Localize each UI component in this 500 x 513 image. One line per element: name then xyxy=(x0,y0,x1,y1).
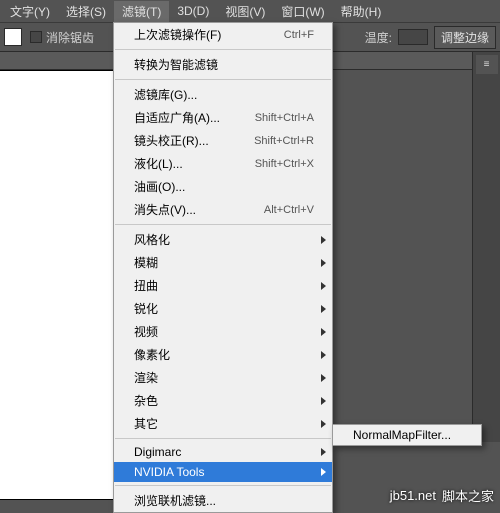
antialias-label: 消除锯齿 xyxy=(46,29,94,46)
panel-dock[interactable]: ≡ xyxy=(472,52,500,442)
submenu-arrow-icon xyxy=(321,374,326,382)
menu-label: 浏览联机滤镜... xyxy=(134,492,216,509)
menu-separator xyxy=(115,224,331,225)
menu-item-normal-map-filter[interactable]: NormalMapFilter... xyxy=(333,425,481,445)
watermark: jb51.net 脚本之家 xyxy=(390,486,494,505)
menu-item-oil-paint[interactable]: 油画(O)... xyxy=(114,175,332,198)
menu-shortcut: Ctrl+F xyxy=(284,29,314,41)
menu-label: 自适应广角(A)... xyxy=(134,109,220,126)
menu-label: 其它 xyxy=(134,415,158,432)
menu-label: 油画(O)... xyxy=(134,178,185,195)
color-swatch[interactable] xyxy=(4,28,22,46)
menu-separator xyxy=(115,49,331,50)
adjust-edge-button[interactable]: 调整边缘 xyxy=(434,26,496,49)
menu-item-nvidia-tools[interactable]: NVIDIA Tools xyxy=(114,462,332,482)
menu-item-other[interactable]: 其它 xyxy=(114,412,332,435)
canvas[interactable] xyxy=(0,70,130,500)
menu-label: NVIDIA Tools xyxy=(134,465,204,479)
submenu-arrow-icon xyxy=(321,328,326,336)
menu-label: 扭曲 xyxy=(134,277,158,294)
menu-label: 风格化 xyxy=(134,231,170,248)
menu-shortcut: Shift+Ctrl+X xyxy=(255,158,314,170)
menu-shortcut: Shift+Ctrl+R xyxy=(254,135,314,147)
menu-separator xyxy=(115,438,331,439)
menu-item-lens-correction[interactable]: 镜头校正(R)... Shift+Ctrl+R xyxy=(114,129,332,152)
submenu-arrow-icon xyxy=(321,468,326,476)
menu-item-video[interactable]: 视频 xyxy=(114,320,332,343)
menu-item-noise[interactable]: 杂色 xyxy=(114,389,332,412)
menu-item-adaptive-wide[interactable]: 自适应广角(A)... Shift+Ctrl+A xyxy=(114,106,332,129)
menu-filter[interactable]: 滤镜(T) xyxy=(114,1,169,22)
menu-label: 锐化 xyxy=(134,300,158,317)
menu-item-filter-gallery[interactable]: 滤镜库(G)... xyxy=(114,83,332,106)
menu-separator xyxy=(115,485,331,486)
menu-label: 转换为智能滤镜 xyxy=(134,56,218,73)
menu-3d[interactable]: 3D(D) xyxy=(169,2,217,20)
menu-label: 滤镜库(G)... xyxy=(134,86,197,103)
menu-item-render[interactable]: 渲染 xyxy=(114,366,332,389)
menu-label: 渲染 xyxy=(134,369,158,386)
submenu-arrow-icon xyxy=(321,448,326,456)
menubar: 文字(Y) 选择(S) 滤镜(T) 3D(D) 视图(V) 窗口(W) 帮助(H… xyxy=(0,0,500,22)
menu-item-stylize[interactable]: 风格化 xyxy=(114,228,332,251)
menu-item-sharpen[interactable]: 锐化 xyxy=(114,297,332,320)
watermark-name: 脚本之家 xyxy=(442,486,494,505)
menu-item-pixelate[interactable]: 像素化 xyxy=(114,343,332,366)
menu-item-convert-smart[interactable]: 转换为智能滤镜 xyxy=(114,53,332,76)
filter-menu: 上次滤镜操作(F) Ctrl+F 转换为智能滤镜 滤镜库(G)... 自适应广角… xyxy=(113,22,333,513)
menu-item-digimarc[interactable]: Digimarc xyxy=(114,442,332,462)
submenu-arrow-icon xyxy=(321,351,326,359)
menu-window[interactable]: 窗口(W) xyxy=(273,1,332,22)
temperature-label: 温度: xyxy=(365,29,392,46)
menu-select[interactable]: 选择(S) xyxy=(58,1,114,22)
menu-label: 液化(L)... xyxy=(134,155,183,172)
menu-separator xyxy=(115,79,331,80)
menu-label: 模糊 xyxy=(134,254,158,271)
temperature-field[interactable] xyxy=(398,29,428,45)
submenu-arrow-icon xyxy=(321,420,326,428)
watermark-url: jb51.net xyxy=(390,488,436,503)
menu-label: Digimarc xyxy=(134,445,181,459)
menu-label: 视频 xyxy=(134,323,158,340)
menu-label: NormalMapFilter... xyxy=(353,428,451,442)
nvidia-submenu: NormalMapFilter... xyxy=(332,424,482,446)
menu-item-vanishing-point[interactable]: 消失点(V)... Alt+Ctrl+V xyxy=(114,198,332,221)
menu-label: 上次滤镜操作(F) xyxy=(134,26,221,43)
menu-view[interactable]: 视图(V) xyxy=(217,1,273,22)
menu-label: 像素化 xyxy=(134,346,170,363)
menu-shortcut: Shift+Ctrl+A xyxy=(255,112,314,124)
submenu-arrow-icon xyxy=(321,236,326,244)
submenu-arrow-icon xyxy=(321,305,326,313)
menu-label: 杂色 xyxy=(134,392,158,409)
menu-shortcut: Alt+Ctrl+V xyxy=(264,204,314,216)
menu-item-blur[interactable]: 模糊 xyxy=(114,251,332,274)
menu-item-distort[interactable]: 扭曲 xyxy=(114,274,332,297)
submenu-arrow-icon xyxy=(321,397,326,405)
menu-label: 消失点(V)... xyxy=(134,201,196,218)
submenu-arrow-icon xyxy=(321,282,326,290)
panel-tab[interactable]: ≡ xyxy=(476,55,498,74)
antialias-checkbox[interactable] xyxy=(30,31,42,43)
menu-text[interactable]: 文字(Y) xyxy=(2,1,58,22)
menu-label: 镜头校正(R)... xyxy=(134,132,209,149)
menu-help[interactable]: 帮助(H) xyxy=(333,1,390,22)
menu-item-last-filter[interactable]: 上次滤镜操作(F) Ctrl+F xyxy=(114,23,332,46)
menu-item-liquify[interactable]: 液化(L)... Shift+Ctrl+X xyxy=(114,152,332,175)
submenu-arrow-icon xyxy=(321,259,326,267)
